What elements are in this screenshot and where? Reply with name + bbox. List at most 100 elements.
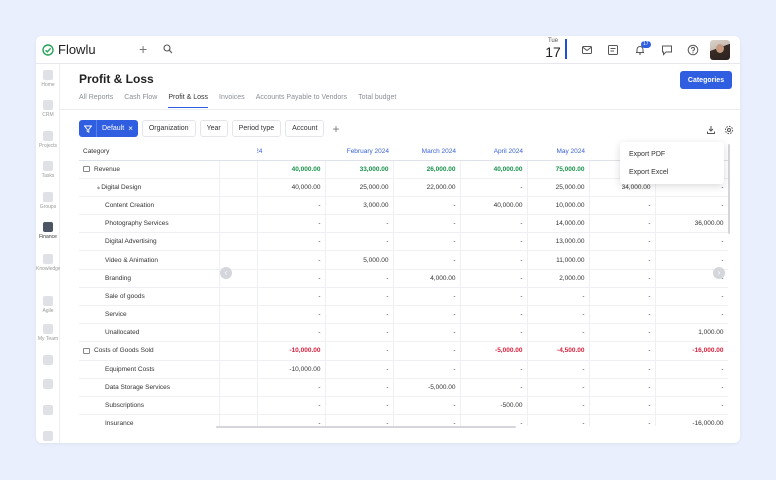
value-cell[interactable]: - bbox=[256, 305, 325, 325]
value-cell[interactable]: - bbox=[459, 305, 527, 325]
value-cell[interactable]: - bbox=[256, 378, 325, 397]
value-cell[interactable]: - bbox=[459, 232, 527, 252]
user-avatar[interactable] bbox=[710, 40, 730, 60]
sidebar-item-finance[interactable]: Finance bbox=[36, 222, 60, 240]
sidebar-item-tasks[interactable]: Tasks bbox=[36, 161, 60, 179]
value-cell[interactable]: - bbox=[324, 323, 393, 343]
value-cell[interactable]: - bbox=[654, 232, 728, 252]
value-cell[interactable]: - bbox=[392, 341, 460, 361]
value-cell[interactable]: - bbox=[392, 414, 460, 426]
horizontal-scrollbar[interactable] bbox=[216, 426, 516, 428]
value-cell[interactable]: - bbox=[588, 378, 655, 397]
value-cell[interactable]: - bbox=[392, 396, 460, 416]
sidebar-item-extra-12[interactable] bbox=[36, 431, 60, 441]
value-cell[interactable]: - bbox=[654, 196, 728, 216]
default-filter[interactable]: Default × bbox=[79, 120, 138, 137]
tab-profit-loss[interactable]: Profit & Loss bbox=[168, 94, 208, 108]
value-cell[interactable]: - bbox=[459, 269, 527, 288]
value-cell[interactable]: -5,000.00 bbox=[459, 341, 527, 361]
value-cell[interactable]: - bbox=[588, 323, 655, 343]
categories-button[interactable]: Categories bbox=[680, 71, 732, 89]
add-icon[interactable]: + bbox=[139, 42, 147, 56]
value-cell[interactable]: - bbox=[588, 414, 655, 426]
filter-year[interactable]: Year bbox=[199, 120, 228, 137]
export-pdf-item[interactable]: Export PDF bbox=[620, 146, 724, 164]
sidebar-item-extra-10[interactable] bbox=[36, 379, 60, 389]
table-row[interactable]: Data Storage Services---5,000.00-----15,… bbox=[79, 378, 728, 397]
value-cell[interactable]: 10,000.00 bbox=[526, 196, 589, 216]
value-cell[interactable]: 33,000.00 bbox=[324, 160, 393, 179]
value-cell[interactable]: - bbox=[392, 196, 460, 216]
value-cell[interactable]: 40,000.00 bbox=[256, 178, 325, 197]
value-cell[interactable]: - bbox=[324, 378, 393, 397]
value-cell[interactable]: 13,000.00 bbox=[526, 232, 589, 252]
folder-icon[interactable] bbox=[83, 347, 90, 354]
value-cell[interactable]: - bbox=[324, 232, 393, 252]
value-cell[interactable]: - bbox=[654, 396, 728, 416]
value-cell[interactable]: - bbox=[256, 396, 325, 416]
value-cell[interactable]: -10,000.00 bbox=[256, 360, 325, 379]
value-cell[interactable]: - bbox=[526, 378, 589, 397]
chat-icon[interactable] bbox=[661, 44, 673, 56]
tab-total-budget[interactable]: Total budget bbox=[358, 94, 396, 108]
value-cell[interactable]: - bbox=[459, 178, 527, 197]
tab-accounts-payable-to-vendors[interactable]: Accounts Payable to Vendors bbox=[256, 94, 347, 108]
value-cell[interactable]: - bbox=[526, 396, 589, 416]
table-row[interactable]: Costs of Goods Sold -10,000.00- - -5,000.00… bbox=[79, 341, 728, 361]
table-row[interactable]: Unallocated------1,000.001,000.00 bbox=[79, 323, 728, 343]
scroll-right-button[interactable]: › bbox=[713, 267, 725, 279]
column-header-month[interactable]: February 2024 bbox=[325, 144, 393, 161]
table-row[interactable]: Photography Services - - - -14,000.00-36,000… bbox=[79, 214, 728, 234]
value-cell[interactable]: - bbox=[256, 269, 325, 288]
sidebar-item-my-team[interactable]: My Team bbox=[36, 324, 60, 342]
value-cell[interactable]: - bbox=[324, 396, 393, 416]
table-row[interactable]: Sale of goods-------- bbox=[79, 287, 728, 307]
value-cell[interactable]: - bbox=[324, 287, 393, 307]
tab-invoices[interactable]: Invoices bbox=[219, 94, 245, 108]
value-cell[interactable]: - bbox=[459, 287, 527, 307]
sidebar-item-projects[interactable]: Projects bbox=[36, 131, 60, 149]
value-cell[interactable]: 40,000.00 bbox=[459, 160, 527, 179]
app-logo[interactable]: Flowlu bbox=[42, 42, 96, 57]
value-cell[interactable]: -500.00 bbox=[459, 396, 527, 416]
value-cell[interactable]: - bbox=[459, 214, 527, 234]
clear-filter-icon[interactable]: × bbox=[128, 120, 138, 137]
value-cell[interactable]: - bbox=[526, 323, 589, 343]
sidebar-item-home[interactable]: Home bbox=[36, 70, 60, 88]
value-cell[interactable]: - bbox=[324, 305, 393, 325]
value-cell[interactable]: 26,000.00 bbox=[392, 160, 460, 179]
date-widget[interactable]: Tue 17 bbox=[544, 38, 562, 60]
table-row[interactable]: Service-------- bbox=[79, 305, 728, 325]
value-cell[interactable]: - bbox=[256, 232, 325, 252]
sidebar-item-groups[interactable]: Groups bbox=[36, 192, 60, 210]
value-cell[interactable]: - bbox=[459, 414, 527, 426]
table-row[interactable]: Video & Animation-5,000.00--11,000.00--4… bbox=[79, 250, 728, 270]
value-cell[interactable]: - bbox=[392, 232, 460, 252]
filter-account[interactable]: Account bbox=[285, 120, 325, 137]
sidebar-item-agile[interactable]: Agile bbox=[36, 296, 60, 314]
search-icon[interactable] bbox=[163, 44, 173, 54]
value-cell[interactable]: - bbox=[588, 214, 655, 234]
table-row[interactable]: Subscriptions----500.00----500.00 bbox=[79, 396, 728, 416]
value-cell[interactable]: -5,000.00 bbox=[392, 378, 460, 397]
value-cell[interactable]: 36,000.00 bbox=[654, 214, 728, 234]
gear-icon[interactable] bbox=[724, 125, 734, 135]
value-cell[interactable]: -16,000.00 bbox=[654, 414, 728, 426]
value-cell[interactable]: - bbox=[256, 287, 325, 307]
value-cell[interactable]: - bbox=[654, 287, 728, 307]
value-cell[interactable]: 14,000.00 bbox=[526, 214, 589, 234]
export-excel-item[interactable]: Export Excel bbox=[620, 164, 724, 182]
value-cell[interactable]: - bbox=[588, 196, 655, 216]
value-cell[interactable]: 2,000.00 bbox=[526, 269, 589, 288]
value-cell[interactable]: - bbox=[588, 360, 655, 379]
tab-cash-flow[interactable]: Cash Flow bbox=[124, 94, 157, 108]
value-cell[interactable]: 40,000.00 bbox=[459, 196, 527, 216]
value-cell[interactable]: 75,000.00 bbox=[526, 160, 589, 179]
value-cell[interactable]: -4,500.00 bbox=[526, 341, 589, 361]
value-cell[interactable]: - bbox=[256, 323, 325, 343]
value-cell[interactable]: - bbox=[588, 250, 655, 270]
value-cell[interactable]: 1,000.00 bbox=[654, 323, 728, 343]
help-icon[interactable] bbox=[687, 44, 699, 56]
value-cell[interactable]: - bbox=[392, 250, 460, 270]
sidebar-item-extra-11[interactable] bbox=[36, 405, 60, 415]
